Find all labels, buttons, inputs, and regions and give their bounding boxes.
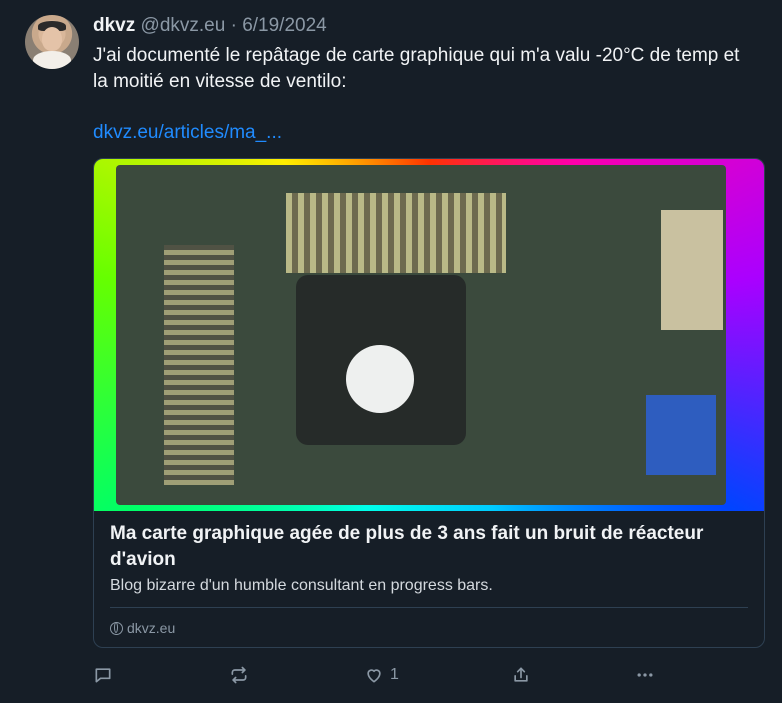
like-count: 1 (390, 666, 399, 683)
header-separator: · (230, 15, 237, 36)
graphics-card-image (116, 165, 726, 505)
repost-icon (231, 666, 247, 684)
dvi-connector (661, 210, 723, 330)
more-dots-icon (637, 673, 653, 677)
card-thumbnail (94, 159, 764, 511)
heatsink-fins (286, 193, 506, 273)
avatar-collar (33, 51, 71, 69)
post-date[interactable]: 6/19/2024 (242, 15, 327, 36)
post-text: J'ai documenté le repâtage de carte grap… (93, 45, 740, 92)
heart-icon (367, 669, 381, 683)
author-handle[interactable]: @dkvz.eu (141, 15, 226, 36)
card-domain-label: dkvz.eu (127, 620, 176, 636)
avatar-face (42, 27, 62, 51)
reply-button[interactable] (93, 662, 113, 688)
more-options-button[interactable] (635, 662, 655, 688)
memory-heatsink (164, 245, 234, 485)
globe-icon (110, 621, 123, 635)
post-header: dkvz @dkvz.eu · 6/19/2024 (93, 14, 327, 38)
card-divider (110, 607, 748, 608)
card-title: Ma carte graphique agée de plus de 3 ans… (110, 523, 704, 570)
card-description: Blog bizarre d'un humble consultant en p… (110, 577, 493, 594)
vga-connector (646, 395, 716, 475)
fan-hub (346, 345, 414, 413)
repost-button[interactable] (229, 662, 249, 688)
author-avatar[interactable] (25, 15, 79, 69)
post-actions: 1 (93, 662, 673, 690)
link-preview-card[interactable]: Ma carte graphique agée de plus de 3 ans… (93, 158, 765, 648)
share-button[interactable] (511, 662, 531, 688)
card-domain: dkvz.eu (110, 620, 175, 636)
speech-bubble-icon (95, 668, 111, 683)
share-icon (514, 667, 528, 682)
post-link[interactable]: dkvz.eu/articles/ma_... (93, 122, 282, 144)
author-name[interactable]: dkvz (93, 15, 135, 36)
like-button[interactable]: 1 (364, 662, 399, 688)
